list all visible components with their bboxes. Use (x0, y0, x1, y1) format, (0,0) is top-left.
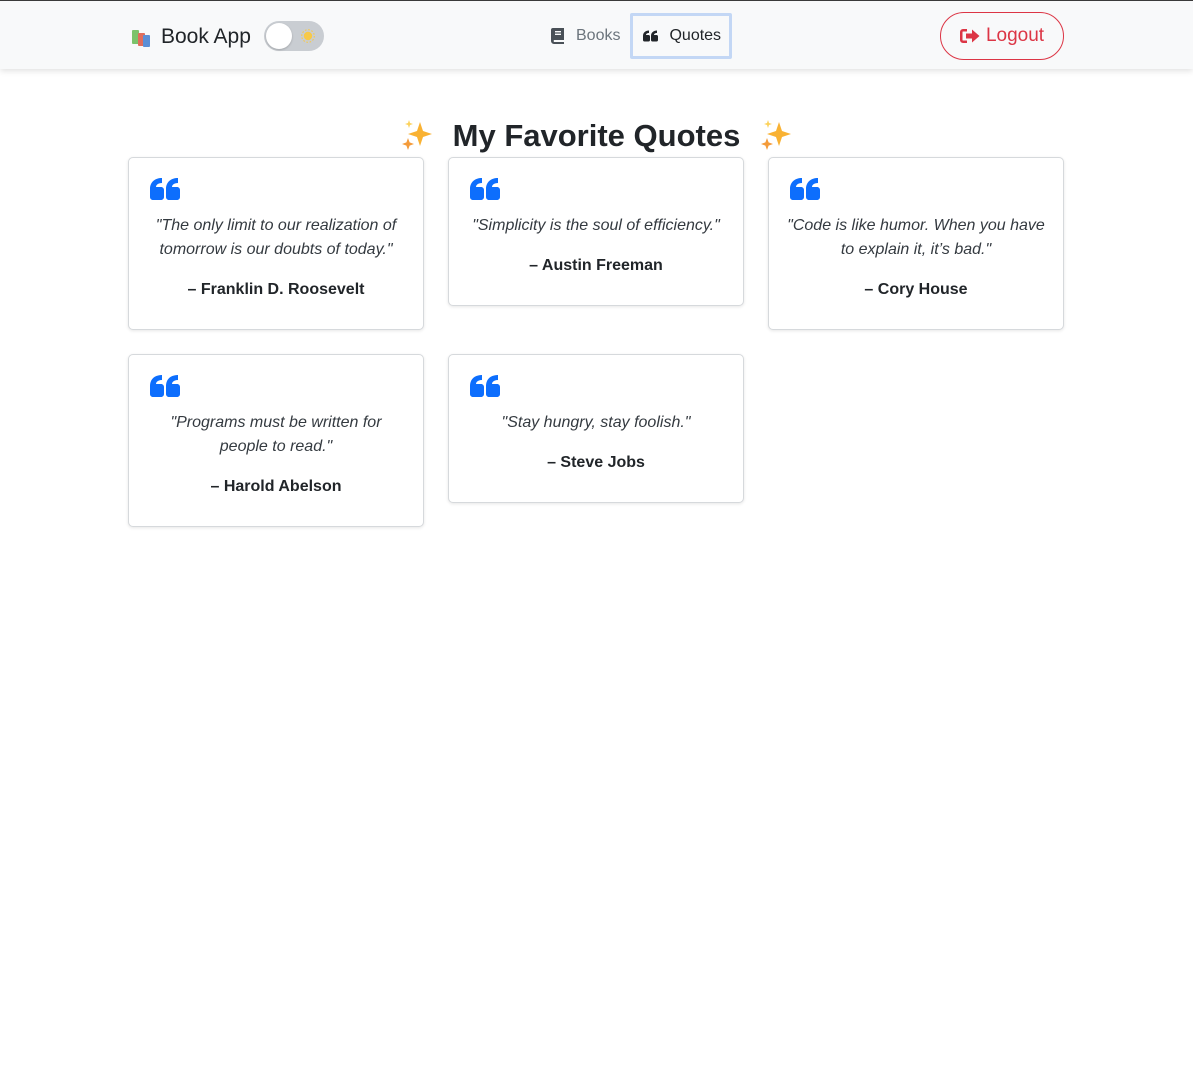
quote-card: "Code is like humor. When you have to ex… (768, 157, 1064, 330)
sun-icon (301, 29, 315, 43)
page-title-text: My Favorite Quotes (452, 117, 741, 153)
brand-label: Book App (161, 25, 251, 48)
quote-card: "Programs must be written for people to … (128, 354, 424, 527)
quote-author: – Cory House (864, 281, 968, 298)
toggle-knob (266, 23, 292, 49)
quote-card: "Simplicity is the soul of efficiency." … (448, 157, 744, 306)
quote-text: "The only limit to our realization of to… (155, 217, 397, 258)
quote-text: "Programs must be written for people to … (170, 414, 382, 455)
sign-out-icon (959, 29, 980, 43)
quote-mark-icon (790, 178, 820, 200)
quote-mark-icon (150, 178, 180, 200)
logout-label: Logout (985, 25, 1045, 46)
logout-button[interactable]: Logout (940, 12, 1064, 60)
quote-card: "Stay hungry, stay foolish." – Steve Job… (448, 354, 744, 503)
quote-author: – Harold Abelson (210, 478, 342, 495)
books-icon (130, 26, 152, 48)
quote-author: – Steve Jobs (547, 454, 645, 471)
quote-author: – Franklin D. Roosevelt (187, 281, 365, 298)
sparkles-icon (402, 119, 433, 150)
quote-text: "Simplicity is the soul of efficiency." (472, 217, 720, 234)
sparkles-icon (760, 119, 791, 150)
quote-grid: "The only limit to our realization of to… (128, 157, 1064, 527)
quote-mark-icon (470, 178, 500, 200)
book-icon (551, 28, 564, 44)
quote-card: "The only limit to our realization of to… (128, 157, 424, 330)
nav-link-books[interactable]: Books (541, 13, 630, 59)
quote-text: "Stay hungry, stay foolish." (501, 414, 691, 431)
nav-link-label: Books (576, 27, 621, 44)
navbar: Book App Books Quotes Logout (0, 0, 1193, 69)
theme-toggle[interactable] (264, 21, 324, 51)
quote-mark-icon (470, 375, 500, 397)
quote-icon (643, 30, 659, 42)
quote-text: "Code is like humor. When you have to ex… (787, 217, 1045, 258)
brand-link[interactable]: Book App (130, 23, 251, 51)
quote-mark-icon (150, 375, 180, 397)
nav-link-label: Quotes (669, 27, 722, 44)
page-title: My Favorite Quotes (0, 115, 1193, 157)
quote-author: – Austin Freeman (529, 257, 663, 274)
nav-links: Books Quotes (541, 13, 733, 59)
nav-link-quotes[interactable]: Quotes (630, 13, 733, 59)
